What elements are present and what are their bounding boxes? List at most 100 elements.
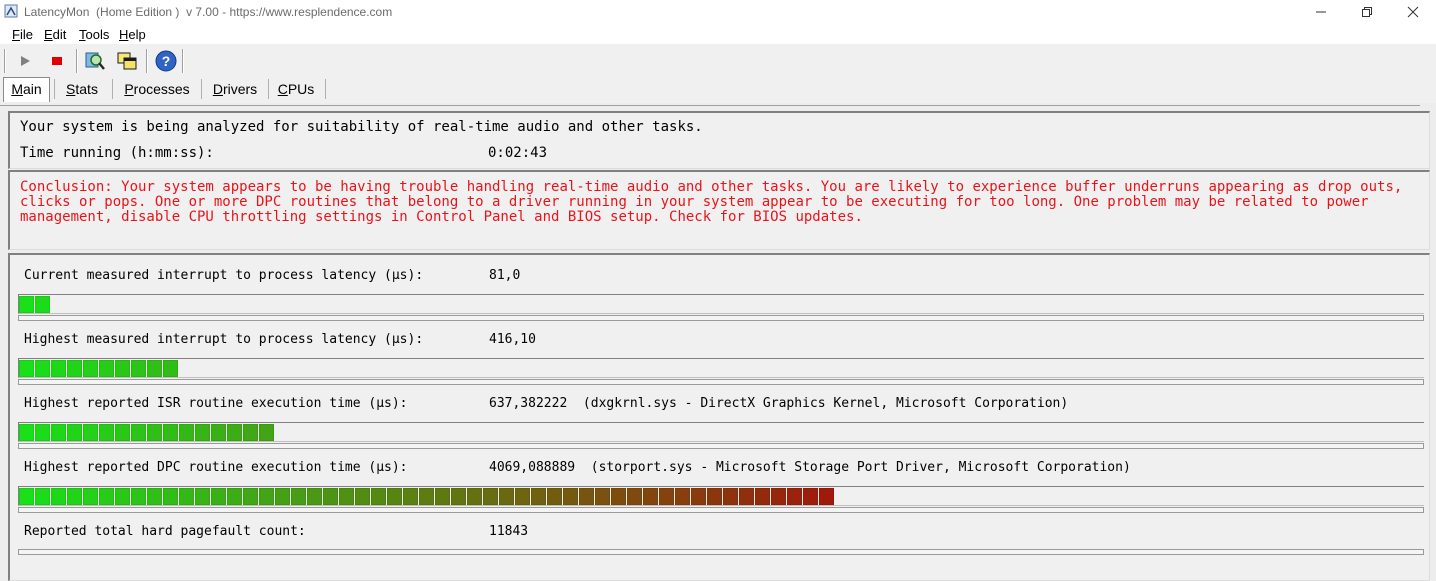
main-tab-content: Your system is being analyzed for suitab… [0,103,1436,581]
meter-segment [339,488,354,505]
tab-stats[interactable]: Stats [58,78,106,101]
metric-label-highest-latency: Highest measured interrupt to process la… [24,332,424,347]
meter-segment [131,424,146,441]
metric-value-isr-time: 637,382222 (dxgkrnl.sys - DirectX Graphi… [489,396,1069,411]
metric-label-pagefault-count: Reported total hard pagefault count: [24,524,306,539]
meter-segment [163,488,178,505]
meter-segment [195,488,210,505]
meter-isr-time [18,422,1424,449]
meter-current-latency [18,294,1424,321]
meter-segment [819,488,834,505]
meter-segment [163,360,178,377]
meter-segment [563,488,578,505]
tab-separator [325,79,326,99]
meter-segment [515,488,530,505]
analyzing-text: Your system is being analyzed for suitab… [20,119,703,135]
menu-help-rest: elp [128,27,146,42]
title-edition: (Home Edition ) [96,5,180,19]
tab-separator [112,79,113,99]
meter-segment [227,424,242,441]
content-divider [0,105,1420,106]
meter-segment [611,488,626,505]
stop-button[interactable] [44,48,70,74]
meter-segment [35,488,50,505]
help-icon: ? [155,50,177,72]
meter-segment [755,488,770,505]
start-button[interactable] [12,48,38,74]
menu-help[interactable]: Help [119,27,146,42]
meter-base [18,315,1424,321]
meter-segment [707,488,722,505]
meter-segment [307,488,322,505]
tab-main-mnemonic: M [11,81,23,97]
meter-segment [35,360,50,377]
meter-segment [627,488,642,505]
meter-track [18,294,1424,314]
meter-segment [483,488,498,505]
meter-segment [51,424,66,441]
minimize-button[interactable] [1298,0,1344,24]
menu-bar: File Edit Tools Help [0,24,1436,44]
meter-segment [275,488,290,505]
meter-segment [67,424,82,441]
help-button[interactable]: ? [153,48,179,74]
tab-drivers-rest: rivers [222,81,258,97]
meter-dpc-time [18,486,1424,513]
meter-segment [67,360,82,377]
meter-segment [147,424,162,441]
meter-segment [547,488,562,505]
tab-drivers[interactable]: Drivers [205,78,265,101]
tab-processes-rest: rocesses [133,81,190,97]
meter-segment [403,488,418,505]
menu-edit-mnemonic: E [44,27,53,42]
menu-edit[interactable]: Edit [44,27,66,42]
menu-file[interactable]: File [12,27,33,42]
meter-segment [19,296,34,313]
meter-base [18,379,1424,385]
title-bar: LatencyMon (Home Edition ) v 7.00 - http… [0,0,1436,24]
window-title: LatencyMon (Home Edition ) v 7.00 - http… [24,5,393,19]
meter-segment [595,488,610,505]
meter-segment [227,488,242,505]
meter-segment [19,360,34,377]
time-running-value: 0:02:43 [488,145,548,161]
play-icon [21,56,30,66]
meter-segment [723,488,738,505]
menu-edit-rest: dit [52,27,67,42]
analyze-button[interactable] [82,48,108,74]
close-button[interactable] [1390,0,1436,24]
metric-value-pagefault-count: 11843 [489,524,529,539]
meter-segment [51,360,66,377]
meter-segment [419,488,434,505]
meter-segment [435,488,450,505]
meter-segment [675,488,690,505]
meter-segment [531,488,546,505]
meter-segment [51,488,66,505]
metric-value-current-latency: 81,0 [489,268,521,283]
meter-segment [35,424,50,441]
toolbar-separator [146,49,148,73]
meter-segment [259,488,274,505]
tab-cpus[interactable]: CPUs [271,78,321,101]
meter-segment [659,488,674,505]
meter-segment [291,488,306,505]
windows-button[interactable] [114,48,140,74]
meter-segment [499,488,514,505]
meter-segment [131,360,146,377]
toolbar-separator [182,49,184,73]
svg-text:?: ? [162,53,171,69]
tab-main[interactable]: Main [3,77,50,102]
meter-segment [147,488,162,505]
metric-label-current-latency: Current measured interrupt to process la… [24,268,424,283]
meter-segment [83,488,98,505]
tab-processes[interactable]: Processes [116,78,198,101]
meter-segment [787,488,802,505]
meter-segment [243,488,258,505]
toolbar-separator [76,49,78,73]
meter-segment [195,424,210,441]
meter-segment [259,424,274,441]
metric-label-dpc-time: Highest reported DPC routine execution t… [24,460,408,475]
menu-tools[interactable]: Tools [79,27,109,42]
restore-button[interactable] [1344,0,1390,24]
conclusion-text: Conclusion: Your system appears to be ha… [20,179,1403,225]
